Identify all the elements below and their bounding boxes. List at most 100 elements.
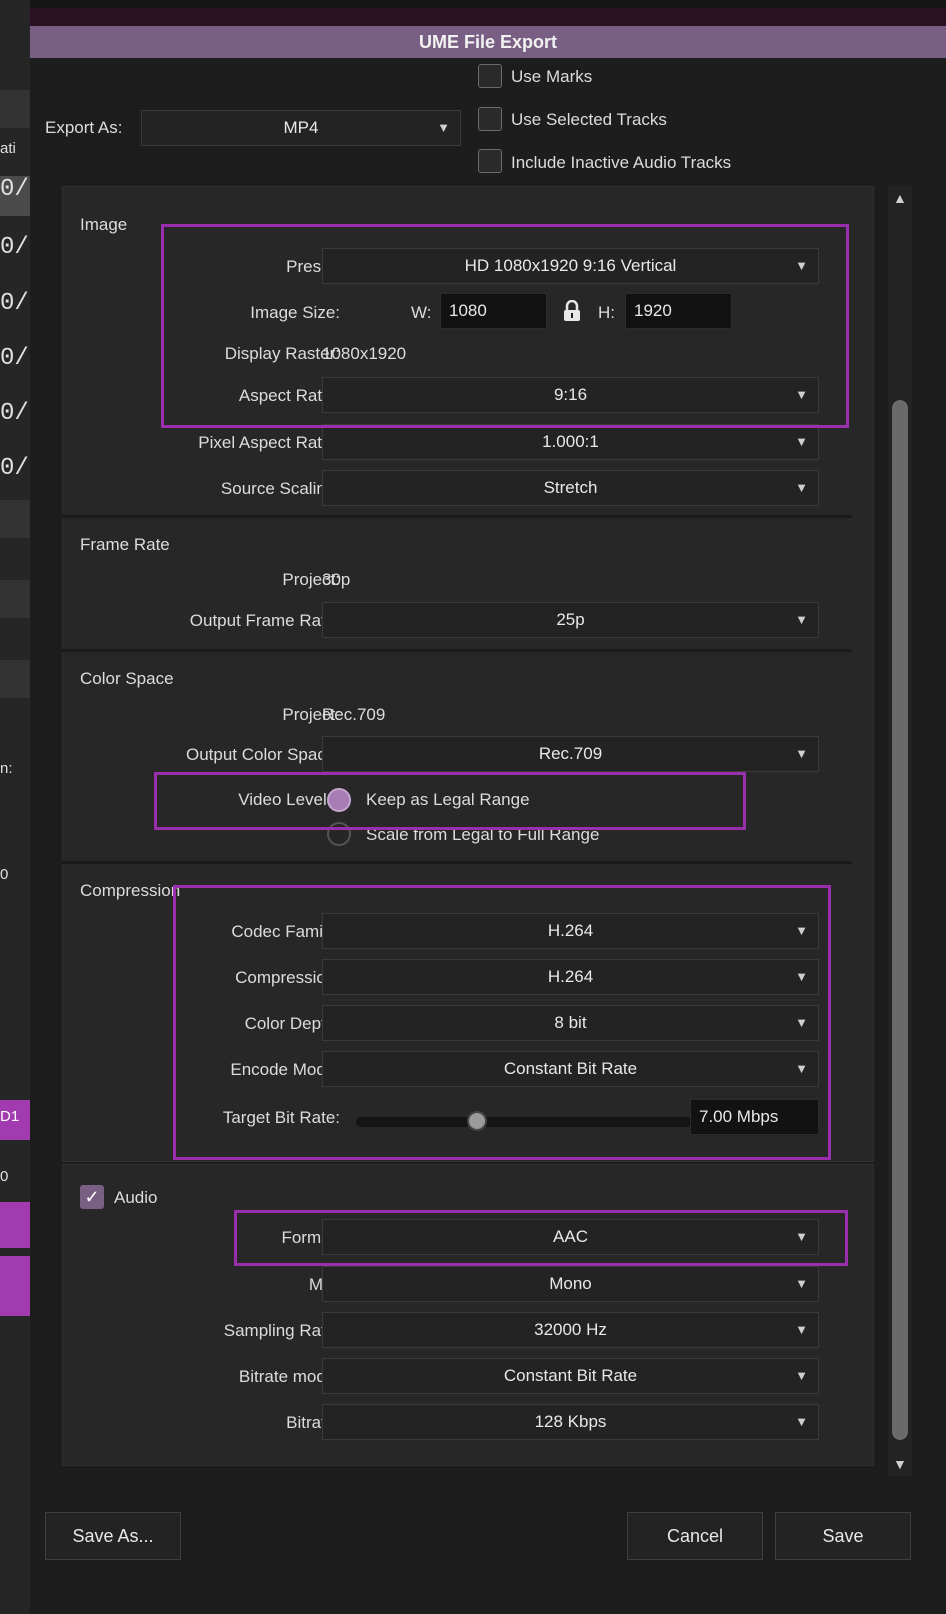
chevron-down-icon: ▼ — [795, 1229, 808, 1244]
frame-rate-section-title: Frame Rate — [80, 535, 170, 554]
chevron-down-icon: ▼ — [795, 923, 808, 938]
export-as-value: MP4 — [283, 118, 319, 137]
aspect-ratio-dropdown[interactable]: 9:16 ▼ — [322, 377, 819, 413]
audio-bitrate-label: Bitrate: — [286, 1413, 340, 1432]
bg-fragment: 0 — [0, 1168, 9, 1185]
compression-section-title: Compression — [80, 881, 181, 900]
save-as-button[interactable]: Save As... — [45, 1512, 181, 1560]
encode-mode-label: Encode Mode: — [230, 1060, 340, 1079]
width-label: W: — [411, 303, 432, 322]
bitrate-mode-value: Constant Bit Rate — [503, 1366, 638, 1385]
video-levels-label: Video Levels: — [238, 790, 340, 809]
audio-format-value: AAC — [553, 1227, 588, 1246]
output-color-space-dropdown[interactable]: Rec.709 ▼ — [322, 736, 819, 772]
image-size-label: Image Size: — [250, 303, 340, 322]
display-raster-label: Display Raster: — [224, 344, 340, 363]
sampling-rate-dropdown[interactable]: 32000 Hz ▼ — [322, 1312, 819, 1348]
preset-label: Preset: — [286, 257, 340, 276]
export-dialog: UME File Export Export As: MP4 ▼ Use Mar… — [30, 8, 946, 1614]
audio-bitrate-value: 128 Kbps — [534, 1412, 607, 1431]
bg-fragment: ati — [0, 140, 16, 157]
use-marks-label: Use Marks — [511, 67, 593, 86]
bg-block — [0, 580, 30, 618]
include-inactive-audio-checkbox[interactable] — [478, 149, 502, 173]
sampling-rate-label: Sampling Rate: — [223, 1321, 340, 1340]
window-top-strip — [30, 8, 946, 26]
scroll-down-icon[interactable]: ▼ — [893, 1456, 907, 1472]
bg-block — [0, 660, 30, 698]
color-depth-label: Color Depth: — [244, 1014, 340, 1033]
keep-legal-range-radio[interactable] — [327, 788, 351, 812]
dialog-title: UME File Export — [30, 26, 946, 58]
output-frame-rate-dropdown[interactable]: 25p ▼ — [322, 602, 819, 638]
use-selected-tracks-label: Use Selected Tracks — [511, 110, 667, 129]
sampling-rate-value: 32000 Hz — [534, 1320, 607, 1339]
chevron-down-icon: ▼ — [795, 1276, 808, 1291]
color-space-section-title: Color Space — [80, 669, 174, 688]
codec-family-label: Codec Family: — [231, 922, 340, 941]
source-scaling-dropdown[interactable]: Stretch ▼ — [322, 470, 819, 506]
height-input[interactable]: 1920 — [625, 293, 732, 329]
bg-fragment: 0/1 — [0, 345, 30, 372]
bg-block — [0, 1256, 30, 1316]
section-divider — [62, 515, 852, 518]
color-depth-value: 8 bit — [554, 1013, 587, 1032]
chevron-down-icon: ▼ — [795, 387, 808, 402]
pixel-aspect-ratio-dropdown[interactable]: 1.000:1 ▼ — [322, 424, 819, 460]
color-depth-dropdown[interactable]: 8 bit ▼ — [322, 1005, 819, 1041]
background-strip: ati 0/1 0/1 0/1 0/1 0/1 0/1 n: 0 D1 0 — [0, 0, 30, 1614]
codec-family-dropdown[interactable]: H.264 ▼ — [322, 913, 819, 949]
use-selected-tracks-checkbox[interactable] — [478, 107, 502, 131]
pixel-aspect-ratio-label: Pixel Aspect Ratio: — [198, 433, 340, 452]
chevron-down-icon: ▼ — [795, 434, 808, 449]
bg-fragment: n: — [0, 760, 13, 777]
target-bit-rate-input[interactable]: 7.00 Mbps — [690, 1099, 819, 1135]
section-divider — [62, 861, 852, 864]
chevron-down-icon: ▼ — [795, 746, 808, 761]
section-divider — [62, 649, 852, 652]
compression-dropdown[interactable]: H.264 ▼ — [322, 959, 819, 995]
scale-full-range-label: Scale from Legal to Full Range — [366, 825, 600, 844]
aspect-ratio-value: 9:16 — [553, 385, 588, 404]
export-as-dropdown[interactable]: MP4 ▼ — [141, 110, 461, 146]
pixel-aspect-ratio-value: 1.000:1 — [542, 432, 599, 451]
scroll-up-icon[interactable]: ▲ — [893, 190, 907, 206]
bg-block — [0, 90, 30, 128]
bg-fragment: 0 — [0, 866, 9, 883]
cancel-button[interactable]: Cancel — [627, 1512, 763, 1560]
output-frame-rate-label: Output Frame Rate: — [189, 611, 340, 630]
audio-format-label: Format: — [281, 1228, 340, 1247]
display-raster-value: 1080x1920 — [322, 344, 407, 363]
bg-block — [0, 500, 30, 538]
keep-legal-range-label: Keep as Legal Range — [366, 790, 530, 809]
height-label: H: — [598, 303, 615, 322]
chevron-down-icon: ▼ — [795, 969, 808, 984]
scale-full-range-radio[interactable] — [327, 822, 351, 846]
audio-bitrate-dropdown[interactable]: 128 Kbps ▼ — [322, 1404, 819, 1440]
audio-mix-label: Mix: — [110, 1275, 340, 1295]
audio-format-dropdown[interactable]: AAC ▼ — [322, 1219, 819, 1255]
target-bit-rate-slider[interactable] — [356, 1117, 714, 1127]
chevron-down-icon: ▼ — [437, 120, 450, 135]
output-frame-rate-value: 25p — [556, 610, 585, 629]
bitrate-mode-dropdown[interactable]: Constant Bit Rate ▼ — [322, 1358, 819, 1394]
chevron-down-icon: ▼ — [795, 612, 808, 627]
audio-mix-value: Mono — [549, 1274, 592, 1293]
audio-enable-checkbox[interactable]: ✓ — [80, 1185, 104, 1209]
encode-mode-dropdown[interactable]: Constant Bit Rate ▼ — [322, 1051, 819, 1087]
source-scaling-label: Source Scaling: — [220, 479, 340, 498]
use-marks-checkbox[interactable] — [478, 64, 502, 88]
chevron-down-icon: ▼ — [795, 480, 808, 495]
slider-handle[interactable] — [467, 1111, 487, 1131]
save-button[interactable]: Save — [775, 1512, 911, 1560]
width-input[interactable]: 1080 — [440, 293, 547, 329]
lock-icon[interactable] — [563, 299, 581, 322]
chevron-down-icon: ▼ — [795, 1368, 808, 1383]
scrollbar-thumb[interactable] — [892, 400, 908, 1440]
frame-rate-project-value: 30p — [322, 570, 351, 589]
preset-dropdown[interactable]: HD 1080x1920 9:16 Vertical ▼ — [322, 248, 819, 284]
preset-value: HD 1080x1920 9:16 Vertical — [464, 256, 677, 275]
chevron-down-icon: ▼ — [795, 1061, 808, 1076]
vertical-scrollbar[interactable]: ▲ ▼ — [888, 186, 912, 1476]
audio-mix-dropdown[interactable]: Mono ▼ — [322, 1266, 819, 1302]
